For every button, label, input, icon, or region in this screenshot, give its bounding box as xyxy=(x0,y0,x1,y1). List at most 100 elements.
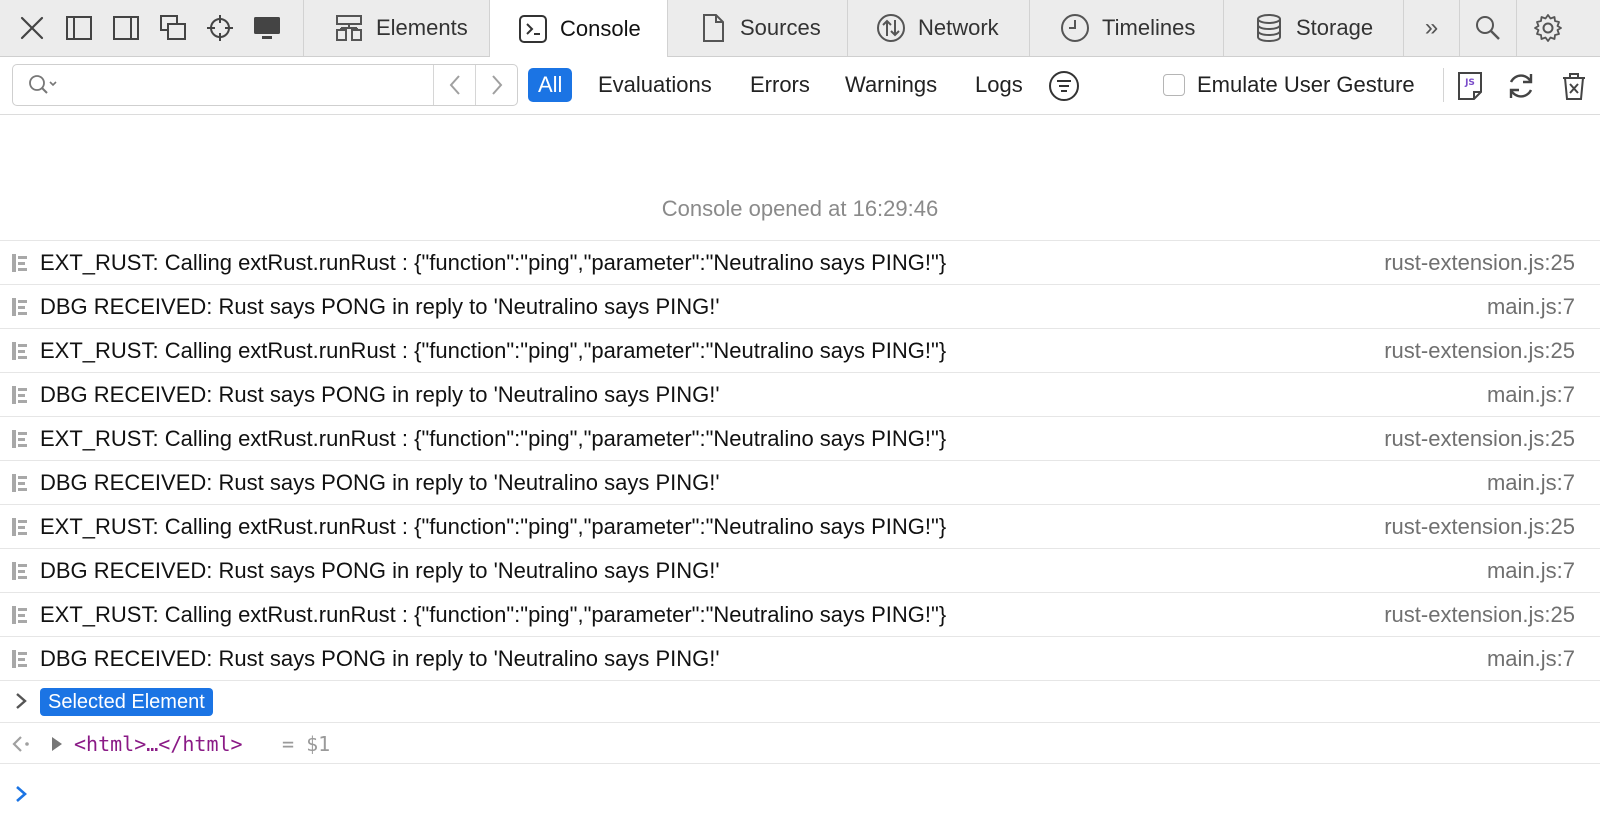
emulate-user-gesture[interactable]: Emulate User Gesture xyxy=(1163,72,1415,98)
log-source-link[interactable]: rust-extension.js:25 xyxy=(1384,602,1575,628)
tab-label: Timelines xyxy=(1102,15,1196,40)
console-log-list: EXT_RUST: Calling extRust.runRust : {"fu… xyxy=(0,240,1600,680)
elements-icon xyxy=(332,11,366,45)
selected-element-row[interactable]: Selected Element xyxy=(0,680,1600,722)
log-entry[interactable]: EXT_RUST: Calling extRust.runRust : {"fu… xyxy=(0,504,1600,548)
dock-right-icon[interactable] xyxy=(108,10,144,46)
window-controls xyxy=(0,0,304,56)
selected-element-badge[interactable]: Selected Element xyxy=(40,688,213,716)
log-message: DBG RECEIVED: Rust says PONG in reply to… xyxy=(40,294,720,319)
tab-console[interactable]: Console xyxy=(490,0,668,57)
tab-timelines[interactable]: Timelines xyxy=(1030,0,1224,56)
log-source-link[interactable]: rust-extension.js:25 xyxy=(1384,426,1575,452)
log-entry[interactable]: DBG RECEIVED: Rust says PONG in reply to… xyxy=(0,284,1600,328)
next-match-button[interactable] xyxy=(475,65,517,105)
filter-input[interactable] xyxy=(73,67,439,103)
log-source-link[interactable]: rust-extension.js:25 xyxy=(1384,250,1575,276)
log-entry[interactable]: EXT_RUST: Calling extRust.runRust : {"fu… xyxy=(0,592,1600,636)
log-source-link[interactable]: main.js:7 xyxy=(1487,294,1575,320)
tab-storage[interactable]: Storage xyxy=(1224,0,1404,56)
log-level-icon xyxy=(12,650,27,668)
clear-console-button[interactable] xyxy=(1556,68,1592,104)
gear-icon xyxy=(1531,11,1565,45)
preserve-log-button[interactable] xyxy=(1503,68,1539,104)
filter-evaluations-button[interactable]: Evaluations xyxy=(588,68,722,102)
log-level-icon xyxy=(12,342,27,360)
console-prompt-row[interactable] xyxy=(0,765,1600,822)
log-level-icon xyxy=(12,430,27,448)
clock-icon xyxy=(1058,11,1092,45)
log-entry[interactable]: EXT_RUST: Calling extRust.runRust : {"fu… xyxy=(0,416,1600,460)
network-icon xyxy=(874,11,908,45)
chevron-right-icon xyxy=(491,75,502,95)
log-source-link[interactable]: rust-extension.js:25 xyxy=(1384,514,1575,540)
result-variable: = $1 xyxy=(282,732,331,756)
html-element-result[interactable]: <html>…</html> xyxy=(74,732,243,756)
log-message: DBG RECEIVED: Rust says PONG in reply to… xyxy=(40,558,720,583)
undock-icon[interactable] xyxy=(155,10,191,46)
chevron-left-icon xyxy=(449,75,460,95)
tab-label: Sources xyxy=(740,15,821,40)
log-source-link[interactable]: rust-extension.js:25 xyxy=(1384,338,1575,364)
result-arrow-icon xyxy=(12,736,29,752)
console-prompt-input[interactable] xyxy=(40,775,1580,811)
log-message: EXT_RUST: Calling extRust.runRust : {"fu… xyxy=(40,602,947,627)
log-source-link[interactable]: main.js:7 xyxy=(1487,470,1575,496)
log-entry[interactable]: DBG RECEIVED: Rust says PONG in reply to… xyxy=(0,636,1600,680)
emulate-user-gesture-checkbox[interactable] xyxy=(1163,74,1185,96)
log-message: EXT_RUST: Calling extRust.runRust : {"fu… xyxy=(40,426,947,451)
log-source-link[interactable]: main.js:7 xyxy=(1487,558,1575,584)
filter-errors-button[interactable]: Errors xyxy=(740,68,820,102)
tab-label: Network xyxy=(918,15,999,40)
javascript-snippet-button[interactable]: JS xyxy=(1452,68,1488,104)
log-level-icon xyxy=(12,606,27,624)
database-icon xyxy=(1252,11,1286,45)
devtools-tab-bar: Elements Console Sources Network Timelin… xyxy=(0,0,1600,57)
log-level-icon xyxy=(12,474,27,492)
close-icon[interactable] xyxy=(14,10,50,46)
log-message: DBG RECEIVED: Rust says PONG in reply to… xyxy=(40,470,720,495)
prompt-chevron-icon xyxy=(16,786,27,802)
tab-label: Console xyxy=(560,15,641,41)
console-opened-message: Console opened at 16:29:46 xyxy=(661,196,939,221)
log-level-icon xyxy=(12,298,27,316)
inspect-crosshair-icon[interactable] xyxy=(202,10,238,46)
previous-match-button[interactable] xyxy=(433,65,475,105)
log-entry[interactable]: EXT_RUST: Calling extRust.runRust : {"fu… xyxy=(0,240,1600,284)
log-message: EXT_RUST: Calling extRust.runRust : {"fu… xyxy=(40,338,947,363)
device-icon[interactable] xyxy=(249,10,285,46)
log-entry[interactable]: DBG RECEIVED: Rust says PONG in reply to… xyxy=(0,548,1600,592)
toolbar-divider xyxy=(1443,68,1444,102)
filter-options-button[interactable] xyxy=(1046,68,1082,104)
log-message: DBG RECEIVED: Rust says PONG in reply to… xyxy=(40,646,720,671)
log-level-icon xyxy=(12,386,27,404)
more-tabs-button[interactable]: » xyxy=(1404,0,1460,56)
search-button[interactable] xyxy=(1460,0,1517,56)
panel-tabs: Elements Console Sources Network Timelin… xyxy=(304,0,1579,57)
filter-all-button[interactable]: All xyxy=(528,68,573,102)
disclosure-triangle-icon[interactable] xyxy=(50,735,64,753)
filter-logs-button[interactable]: Logs xyxy=(965,68,1033,102)
filter-search-box xyxy=(12,64,518,106)
tab-label: Elements xyxy=(376,15,468,40)
console-icon xyxy=(516,12,550,46)
search-options-icon[interactable] xyxy=(13,65,73,105)
dock-left-icon[interactable] xyxy=(61,10,97,46)
tab-elements[interactable]: Elements xyxy=(304,0,490,56)
log-message: DBG RECEIVED: Rust says PONG in reply to… xyxy=(40,382,720,407)
log-entry[interactable]: DBG RECEIVED: Rust says PONG in reply to… xyxy=(0,460,1600,504)
console-filter-bar: All Evaluations Errors Warnings Logs Emu… xyxy=(0,57,1600,115)
log-level-icon xyxy=(12,254,27,272)
trash-icon xyxy=(1563,73,1585,100)
log-entry[interactable]: DBG RECEIVED: Rust says PONG in reply to… xyxy=(0,372,1600,416)
evaluation-result-row[interactable]: <html>…</html> = $1 xyxy=(0,722,1600,764)
log-entry[interactable]: EXT_RUST: Calling extRust.runRust : {"fu… xyxy=(0,328,1600,372)
log-source-link[interactable]: main.js:7 xyxy=(1487,646,1575,672)
filter-lines-icon xyxy=(1049,71,1079,101)
tab-sources[interactable]: Sources xyxy=(668,0,848,56)
filter-warnings-button[interactable]: Warnings xyxy=(835,68,947,102)
settings-button[interactable] xyxy=(1517,0,1579,56)
log-source-link[interactable]: main.js:7 xyxy=(1487,382,1575,408)
tab-network[interactable]: Network xyxy=(848,0,1030,56)
tab-label: Storage xyxy=(1296,15,1374,40)
